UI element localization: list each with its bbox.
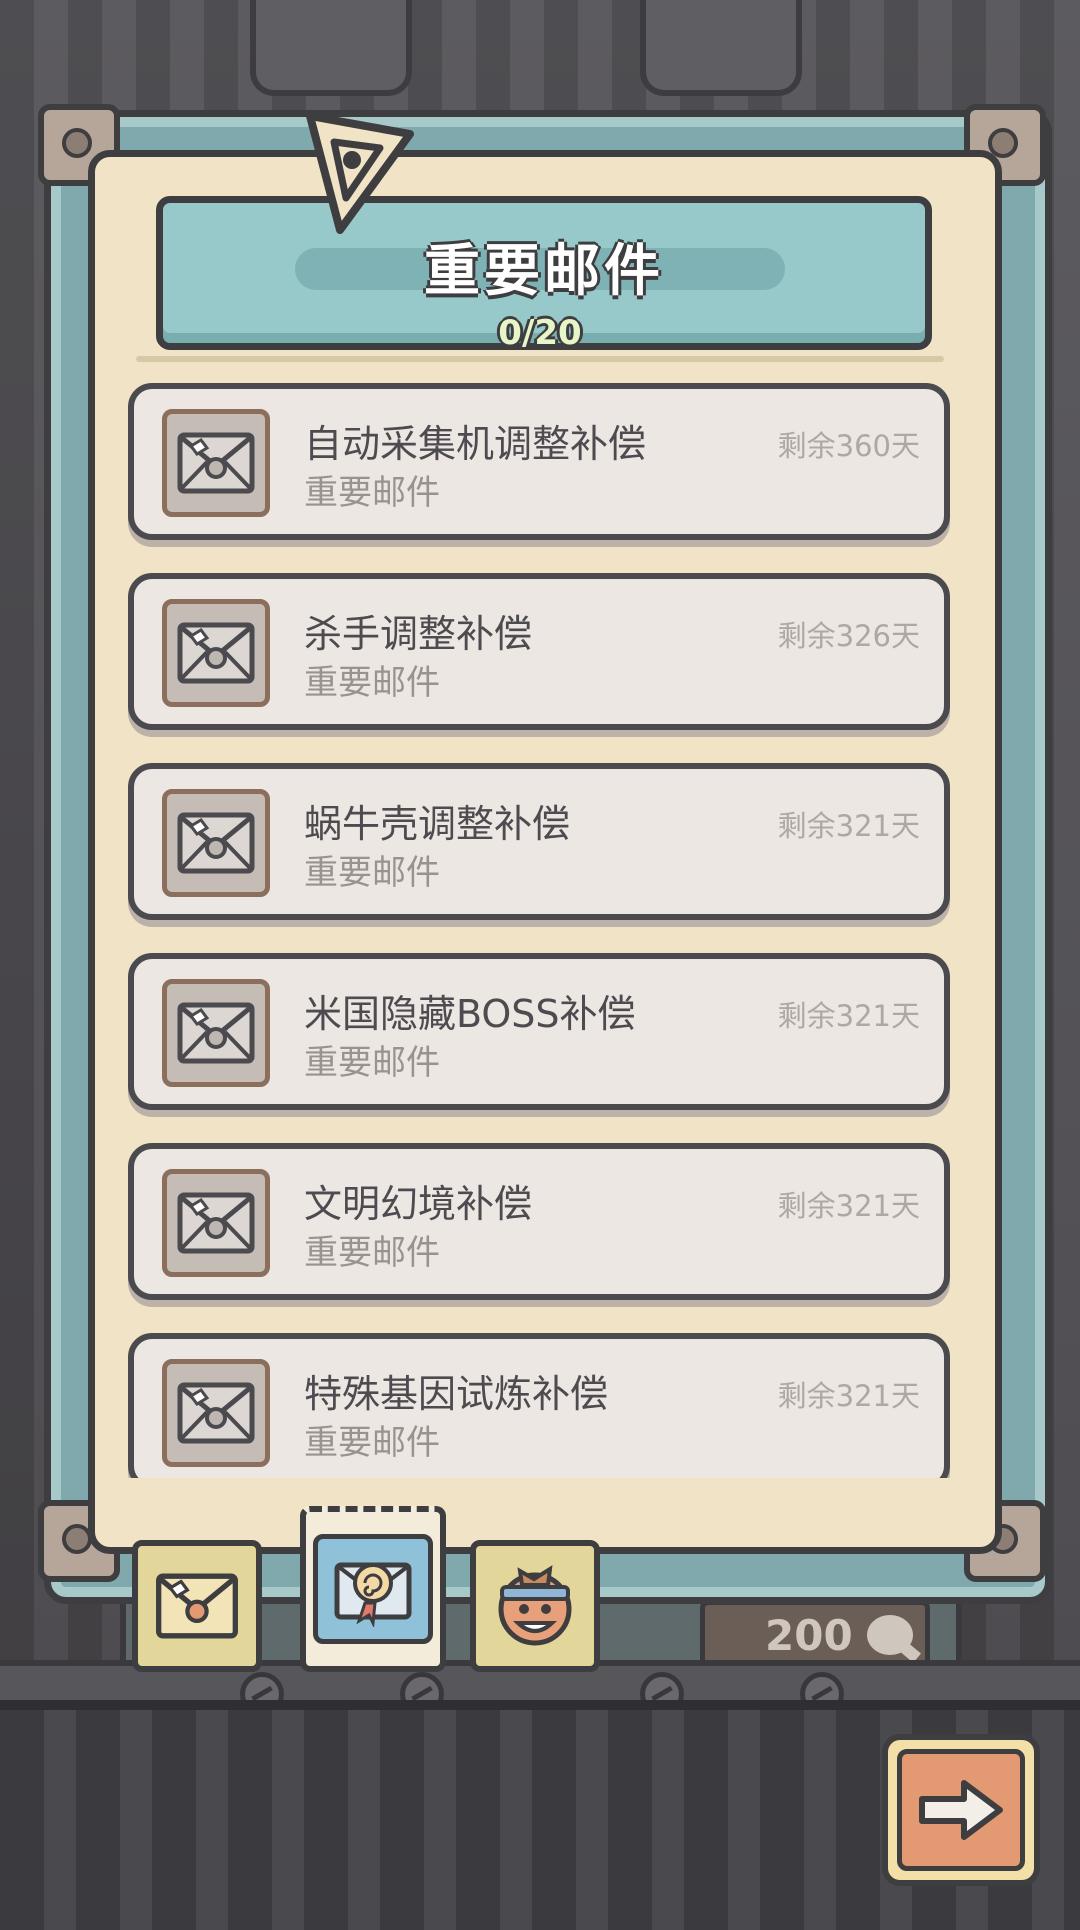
mail-title: 文明幻境补偿 (304, 1182, 533, 1226)
envelope-icon (177, 812, 255, 874)
mail-subtitle: 重要邮件 (304, 853, 440, 893)
mail-item[interactable]: 杀手调整补偿 重要邮件 剩余326天 (128, 573, 950, 730)
mail-subtitle: 重要邮件 (304, 1423, 440, 1463)
next-button[interactable] (882, 1734, 1040, 1886)
tab-important-mail[interactable] (300, 1506, 446, 1672)
mail-envelope-slot (162, 599, 270, 707)
ceiling-bracket (250, 0, 412, 96)
mail-envelope-slot (162, 789, 270, 897)
mail-title: 杀手调整补偿 (304, 612, 533, 656)
right-arrow-icon (919, 1780, 1003, 1840)
envelope-icon (177, 1192, 255, 1254)
mail-remaining-days: 剩余321天 (777, 999, 920, 1033)
envelope-icon (177, 622, 255, 684)
mail-subtitle: 重要邮件 (304, 663, 440, 703)
envelope-icon (156, 1573, 238, 1639)
mail-item[interactable]: 米国隐藏BOSS补偿 重要邮件 剩余321天 (128, 953, 950, 1110)
envelope-icon (177, 1002, 255, 1064)
triangle-logo-icon (306, 112, 414, 234)
mail-subtitle: 重要邮件 (304, 473, 440, 513)
chat-bubble-icon (866, 1615, 913, 1655)
mail-title: 自动采集机调整补偿 (304, 422, 647, 466)
tab-normal-mail[interactable] (132, 1540, 262, 1672)
tab-important-mail-inner (313, 1534, 433, 1644)
mail-list[interactable]: 自动采集机调整补偿 重要邮件 剩余360天 杀手调整补偿 重要邮件 剩余326天 (126, 383, 956, 1478)
tab-character-mail[interactable] (470, 1540, 600, 1672)
mail-remaining-days: 剩余321天 (777, 809, 920, 843)
envelope-icon (177, 432, 255, 494)
mail-subtitle: 重要邮件 (304, 1233, 440, 1273)
mail-counter: 0/20 (498, 313, 582, 353)
next-button-inner (897, 1749, 1025, 1871)
character-face-icon (498, 1565, 572, 1646)
header-divider (136, 356, 944, 362)
mail-remaining-days: 剩余326天 (777, 619, 920, 653)
mail-envelope-slot (162, 979, 270, 1087)
background-counter-value: 200 (765, 1610, 853, 1660)
mail-item[interactable]: 文明幻境补偿 重要邮件 剩余321天 (128, 1143, 950, 1300)
mail-envelope-slot (162, 1169, 270, 1277)
mail-item[interactable]: 特殊基因试炼补偿 重要邮件 剩余321天 (128, 1333, 950, 1478)
mail-title: 特殊基因试炼补偿 (304, 1372, 609, 1416)
mail-subtitle: 重要邮件 (304, 1043, 440, 1083)
mail-title: 蜗牛壳调整补偿 (304, 802, 571, 846)
snail-shell-ribbon-icon (334, 1562, 412, 1627)
page-title: 重要邮件 (424, 239, 664, 304)
mail-remaining-days: 剩余360天 (777, 429, 920, 463)
mail-item[interactable]: 蜗牛壳调整补偿 重要邮件 剩余321天 (128, 763, 950, 920)
mail-remaining-days: 剩余321天 (777, 1189, 920, 1223)
mail-title: 米国隐藏BOSS补偿 (304, 992, 636, 1036)
ceiling-bracket (640, 0, 802, 96)
mail-remaining-days: 剩余321天 (777, 1379, 920, 1413)
mail-envelope-slot (162, 1359, 270, 1467)
mail-envelope-slot (162, 409, 270, 517)
envelope-icon (177, 1382, 255, 1444)
mail-item[interactable]: 自动采集机调整补偿 重要邮件 剩余360天 (128, 383, 950, 540)
